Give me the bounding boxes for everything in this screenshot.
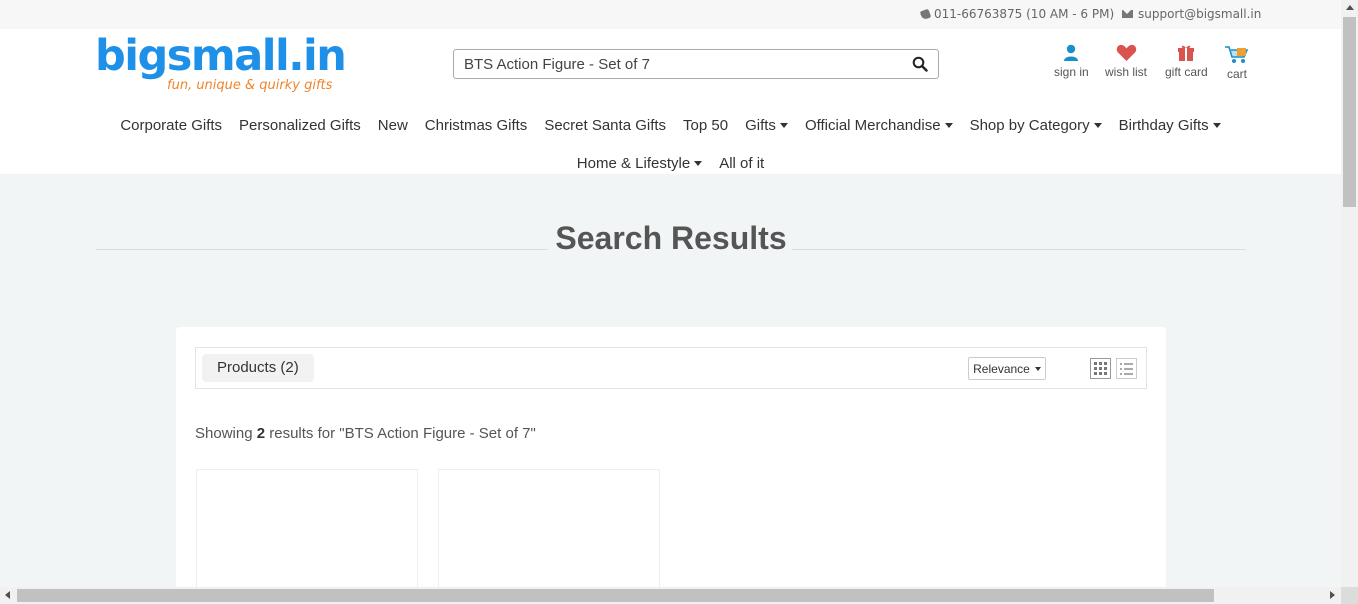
nav-item-shop-by-category[interactable]: Shop by Category [970,117,1102,134]
nav-item-top-50[interactable]: Top 50 [683,117,728,134]
page-title-section: Search Results [96,220,1246,264]
logo-wordmark[interactable]: bigsmall.in [95,32,347,80]
main-nav: Corporate Gifts Personalized Gifts New C… [0,106,1341,182]
scroll-left-arrow-icon[interactable] [5,591,10,599]
caret-down-icon [694,160,703,166]
caret-down-icon [1093,122,1102,128]
results-panel: Products (2) Relevance Showing 2 results… [176,327,1166,587]
top-bar: 011-66763875 (10 AM - 6 PM) support@bigs… [0,0,1341,29]
nav-item-personalized-gifts[interactable]: Personalized Gifts [239,117,361,134]
search-input[interactable] [454,50,884,78]
gift-icon [1178,45,1195,61]
product-card[interactable] [196,469,418,587]
site-logo[interactable]: bigsmall.in fun, unique & quirky gifts [95,32,347,96]
nav-item-new[interactable]: New [378,117,408,134]
cart-link[interactable]: cart [1224,44,1250,81]
scroll-up-arrow-icon[interactable] [1346,5,1354,10]
user-icon [1064,44,1079,61]
nav-row-1: Corporate Gifts Personalized Gifts New C… [0,106,1341,144]
gift-card-link[interactable]: gift card [1165,44,1208,79]
horizontal-scrollbar[interactable] [0,587,1358,604]
vertical-scroll-thumb[interactable] [1343,17,1356,207]
results-summary: Showing 2 results for "BTS Action Figure… [195,425,536,442]
scroll-right-arrow-icon[interactable] [1330,591,1335,599]
results-count: 2 [256,425,266,442]
wish-list-link[interactable]: wish list [1105,44,1147,79]
grid-view-button[interactable] [1090,358,1111,379]
phone-icon [919,8,932,20]
nav-item-official-merchandise[interactable]: Official Merchandise [805,117,953,134]
nav-label: Secret Santa Gifts [544,116,667,134]
nav-item-gifts[interactable]: Gifts [745,117,788,134]
caret-down-icon [779,122,788,128]
scrollbar-corner [1341,587,1358,604]
gift-card-label: gift card [1165,65,1208,79]
sign-in-label: sign in [1054,65,1089,79]
caret-down-icon [1034,366,1041,371]
contact-phone: 011-66763875 (10 AM - 6 PM) [919,7,1115,21]
logo-tagline: fun, unique & quirky gifts [167,78,333,93]
nav-item-birthday-gifts[interactable]: Birthday Gifts [1119,117,1221,134]
nav-label: Christmas Gifts [424,116,528,134]
caret-down-icon [944,122,953,128]
vertical-scrollbar[interactable] [1341,0,1358,587]
search-icon[interactable] [912,56,928,72]
search-bar [453,49,939,79]
nav-label: Official Merchandise [804,116,941,134]
page-title: Search Results [555,220,787,256]
product-card[interactable] [438,469,660,587]
sort-dropdown[interactable]: Relevance [968,357,1046,380]
nav-label: Top 50 [683,116,729,134]
phone-text: 011-66763875 (10 AM - 6 PM) [934,7,1115,21]
nav-label: Birthday Gifts [1118,116,1209,134]
summary-suffix: results for "BTS Action Figure - Set of … [265,425,536,442]
nav-label: New [377,116,408,134]
results-toolbar: Products (2) Relevance [195,347,1147,389]
cart-label: cart [1226,67,1247,81]
cart-icon [1225,46,1249,63]
nav-label: All of it [719,154,765,172]
sign-in-link[interactable]: sign in [1054,44,1089,79]
nav-row-2: Home & Lifestyle All of it [0,144,1341,182]
list-icon [1120,362,1133,375]
nav-label: Home & Lifestyle [576,154,691,172]
nav-item-home-lifestyle[interactable]: Home & Lifestyle [576,154,703,172]
summary-prefix: Showing [195,425,257,442]
site-header: bigsmall.in fun, unique & quirky gifts s… [0,29,1341,174]
nav-item-christmas-gifts[interactable]: Christmas Gifts [425,117,528,134]
nav-label: Shop by Category [969,116,1090,134]
sort-label: Relevance [973,361,1030,376]
envelope-icon [1122,10,1133,18]
caret-down-icon [1212,122,1221,128]
email-text[interactable]: support@bigsmall.in [1138,7,1261,21]
heart-icon [1116,44,1136,61]
nav-item-all-of-it[interactable]: All of it [719,155,764,172]
horizontal-scroll-thumb[interactable] [17,589,1214,602]
nav-label: Gifts [745,116,776,134]
page: 011-66763875 (10 AM - 6 PM) support@bigs… [0,0,1341,587]
tab-products[interactable]: Products (2) [202,354,314,382]
nav-label: Corporate Gifts [120,116,223,134]
nav-label: Personalized Gifts [239,116,361,134]
wish-list-label: wish list [1105,65,1148,79]
nav-item-secret-santa-gifts[interactable]: Secret Santa Gifts [544,117,666,134]
grid-icon [1094,362,1107,375]
contact-email[interactable]: support@bigsmall.in [1122,7,1261,21]
nav-item-corporate-gifts[interactable]: Corporate Gifts [120,117,222,134]
list-view-button[interactable] [1116,358,1137,379]
